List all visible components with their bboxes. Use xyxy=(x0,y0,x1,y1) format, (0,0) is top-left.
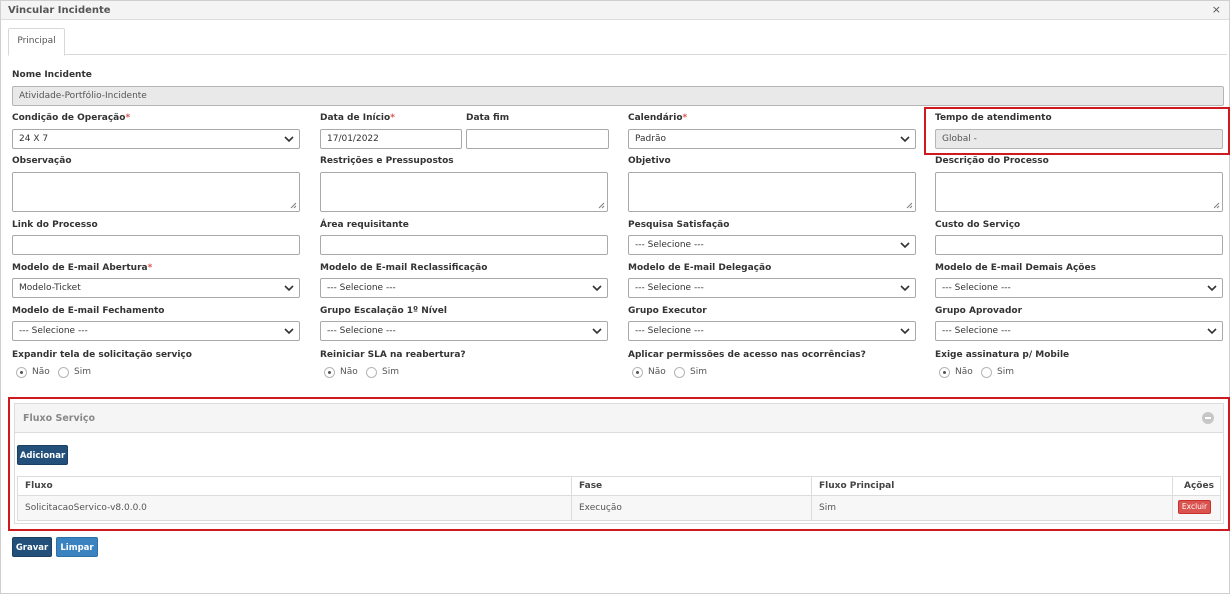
grupo-executor-label: Grupo Executor xyxy=(628,306,707,316)
gravar-button[interactable]: Gravar xyxy=(12,537,52,557)
exige-assinatura-sim-radio[interactable] xyxy=(981,367,992,378)
email-fechamento-label: Modelo de E-mail Fechamento xyxy=(12,306,165,316)
radio-label-nao: Não xyxy=(648,367,666,377)
radio-label-nao: Não xyxy=(32,367,50,377)
chevron-down-icon xyxy=(900,328,910,335)
email-delegacao-label: Modelo de E-mail Delegação xyxy=(628,263,772,273)
calendario-label: Calendário* xyxy=(628,113,688,123)
observacao-label: Observação xyxy=(12,156,72,166)
resize-grip-icon xyxy=(906,202,913,209)
email-reclassificacao-select[interactable]: --- Selecione --- xyxy=(320,278,608,298)
vincular-incidente-window: Vincular Incidente × Principal Nome Inci… xyxy=(0,0,1230,594)
fluxo-servico-highlight xyxy=(8,397,1230,531)
reiniciar-sla-label: Reiniciar SLA na reabertura? xyxy=(320,350,466,360)
nome-incidente-label: Nome Incidente xyxy=(12,70,92,80)
window-title: Vincular Incidente xyxy=(8,5,111,16)
data-fim-label: Data fim xyxy=(466,113,510,123)
exige-assinatura-nao-radio[interactable] xyxy=(939,367,950,378)
condicao-operacao-label: Condição de Operação* xyxy=(12,113,131,123)
observacao-textarea[interactable] xyxy=(12,172,300,212)
chevron-down-icon xyxy=(592,285,602,292)
tab-strip: Principal xyxy=(8,26,1227,56)
email-fechamento-select[interactable]: --- Selecione --- xyxy=(12,321,300,341)
pesquisa-satisfacao-select[interactable]: --- Selecione --- xyxy=(628,235,916,255)
custo-servico-field[interactable] xyxy=(935,235,1223,255)
email-delegacao-select[interactable]: --- Selecione --- xyxy=(628,278,916,298)
nome-incidente-field[interactable]: Atividade-Portfólio-Incidente xyxy=(12,86,1224,106)
chevron-down-icon xyxy=(284,136,294,143)
area-requisitante-label: Área requisitante xyxy=(320,220,409,230)
aplicar-permissoes-radio-group: Não Sim xyxy=(632,367,732,381)
pesquisa-satisfacao-label: Pesquisa Satisfação xyxy=(628,220,730,230)
email-demais-acoes-select[interactable]: --- Selecione --- xyxy=(935,278,1223,298)
expandir-tela-radio-group: Não Sim xyxy=(16,367,116,381)
chevron-down-icon xyxy=(1207,328,1217,335)
chevron-down-icon xyxy=(900,285,910,292)
expandir-tela-nao-radio[interactable] xyxy=(16,367,27,378)
objetivo-textarea[interactable] xyxy=(628,172,916,212)
calendario-select[interactable]: Padrão xyxy=(628,129,916,149)
objetivo-label: Objetivo xyxy=(628,156,671,166)
exige-assinatura-radio-group: Não Sim xyxy=(939,367,1039,381)
restricoes-textarea[interactable] xyxy=(320,172,608,212)
email-reclassificacao-label: Modelo de E-mail Reclassificação xyxy=(320,263,488,273)
radio-label-sim: Sim xyxy=(382,367,399,377)
tab-principal[interactable]: Principal xyxy=(8,28,65,56)
data-inicio-label: Data de Início* xyxy=(320,113,395,123)
expandir-tela-sim-radio[interactable] xyxy=(58,367,69,378)
chevron-down-icon xyxy=(1207,285,1217,292)
resize-grip-icon xyxy=(290,202,297,209)
condicao-operacao-select[interactable]: 24 X 7 xyxy=(12,129,300,149)
descricao-processo-textarea[interactable] xyxy=(935,172,1223,212)
window-titlebar: Vincular Incidente × xyxy=(1,1,1229,20)
email-abertura-select[interactable]: Modelo-Ticket xyxy=(12,278,300,298)
reiniciar-sla-radio-group: Não Sim xyxy=(324,367,424,381)
chevron-down-icon xyxy=(900,136,910,143)
link-processo-label: Link do Processo xyxy=(12,220,98,230)
tempo-atendimento-highlight xyxy=(924,107,1230,155)
grupo-aprovador-select[interactable]: --- Selecione --- xyxy=(935,321,1223,341)
grupo-executor-select[interactable]: --- Selecione --- xyxy=(628,321,916,341)
email-demais-acoes-label: Modelo de E-mail Demais Ações xyxy=(935,263,1096,273)
area-requisitante-field[interactable] xyxy=(320,235,608,255)
restricoes-label: Restrições e Pressupostos xyxy=(320,156,454,166)
exige-assinatura-label: Exige assinatura p/ Mobile xyxy=(935,350,1070,360)
limpar-button[interactable]: Limpar xyxy=(56,537,98,557)
resize-grip-icon xyxy=(598,202,605,209)
chevron-down-icon xyxy=(284,285,294,292)
reiniciar-sla-nao-radio[interactable] xyxy=(324,367,335,378)
descricao-processo-label: Descrição do Processo xyxy=(935,156,1049,166)
grupo-escalacao-label: Grupo Escalação 1º Nível xyxy=(320,306,447,316)
data-inicio-field[interactable]: 17/01/2022 xyxy=(320,129,462,149)
aplicar-permissoes-label: Aplicar permissões de acesso nas ocorrên… xyxy=(628,350,866,360)
aplicar-permissoes-nao-radio[interactable] xyxy=(632,367,643,378)
reiniciar-sla-sim-radio[interactable] xyxy=(366,367,377,378)
expandir-tela-label: Expandir tela de solicitação serviço xyxy=(12,350,192,360)
close-icon[interactable]: × xyxy=(1212,3,1221,16)
chevron-down-icon xyxy=(284,328,294,335)
chevron-down-icon xyxy=(900,242,910,249)
data-fim-field[interactable] xyxy=(466,129,609,149)
radio-label-nao: Não xyxy=(955,367,973,377)
grupo-aprovador-label: Grupo Aprovador xyxy=(935,306,1023,316)
grupo-escalacao-select[interactable]: --- Selecione --- xyxy=(320,321,608,341)
email-abertura-label: Modelo de E-mail Abertura* xyxy=(12,263,153,273)
link-processo-field[interactable] xyxy=(12,235,300,255)
aplicar-permissoes-sim-radio[interactable] xyxy=(674,367,685,378)
radio-label-sim: Sim xyxy=(997,367,1014,377)
resize-grip-icon xyxy=(1213,202,1220,209)
radio-label-sim: Sim xyxy=(74,367,91,377)
chevron-down-icon xyxy=(592,328,602,335)
radio-label-nao: Não xyxy=(340,367,358,377)
custo-servico-label: Custo do Serviço xyxy=(935,220,1021,230)
radio-label-sim: Sim xyxy=(690,367,707,377)
